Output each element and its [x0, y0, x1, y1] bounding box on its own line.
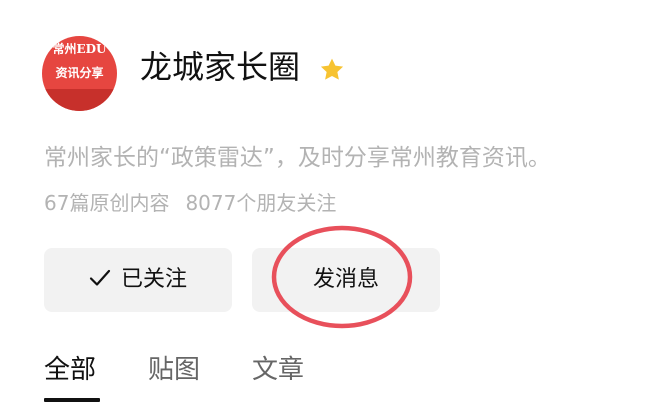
- message-button-label: 发消息: [312, 267, 379, 292]
- original-content-count[interactable]: 67篇原创内容: [44, 191, 169, 215]
- avatar-text-line2: 资讯分享: [55, 66, 104, 80]
- followers-count: 8077个朋友关注: [185, 191, 337, 215]
- tab-articles[interactable]: 文章: [252, 350, 304, 390]
- account-stats: 67篇原创内容 8077个朋友关注: [44, 188, 336, 218]
- account-description: 常州家长的“政策雷达”，及时分享常州教育资讯。: [44, 145, 551, 171]
- message-button[interactable]: 发消息: [252, 248, 440, 312]
- account-name: 龙城家长圈: [140, 48, 301, 86]
- avatar[interactable]: 常州EDU 资讯分享: [42, 36, 117, 111]
- active-tab-indicator: [44, 398, 100, 402]
- check-icon: [89, 269, 111, 286]
- star-icon: [320, 58, 344, 80]
- tab-pictures[interactable]: 贴图: [148, 350, 200, 390]
- avatar-text-line1: 常州EDU: [52, 42, 107, 56]
- followed-button[interactable]: 已关注: [44, 248, 232, 312]
- followed-button-label: 已关注: [120, 267, 187, 292]
- avatar-bottom-shade: [42, 89, 117, 111]
- tab-all[interactable]: 全部: [44, 350, 96, 390]
- account-profile-page: 常州EDU 资讯分享 龙城家长圈 常州家长的“政策雷达”，及时分享常州教育资讯。…: [0, 0, 656, 408]
